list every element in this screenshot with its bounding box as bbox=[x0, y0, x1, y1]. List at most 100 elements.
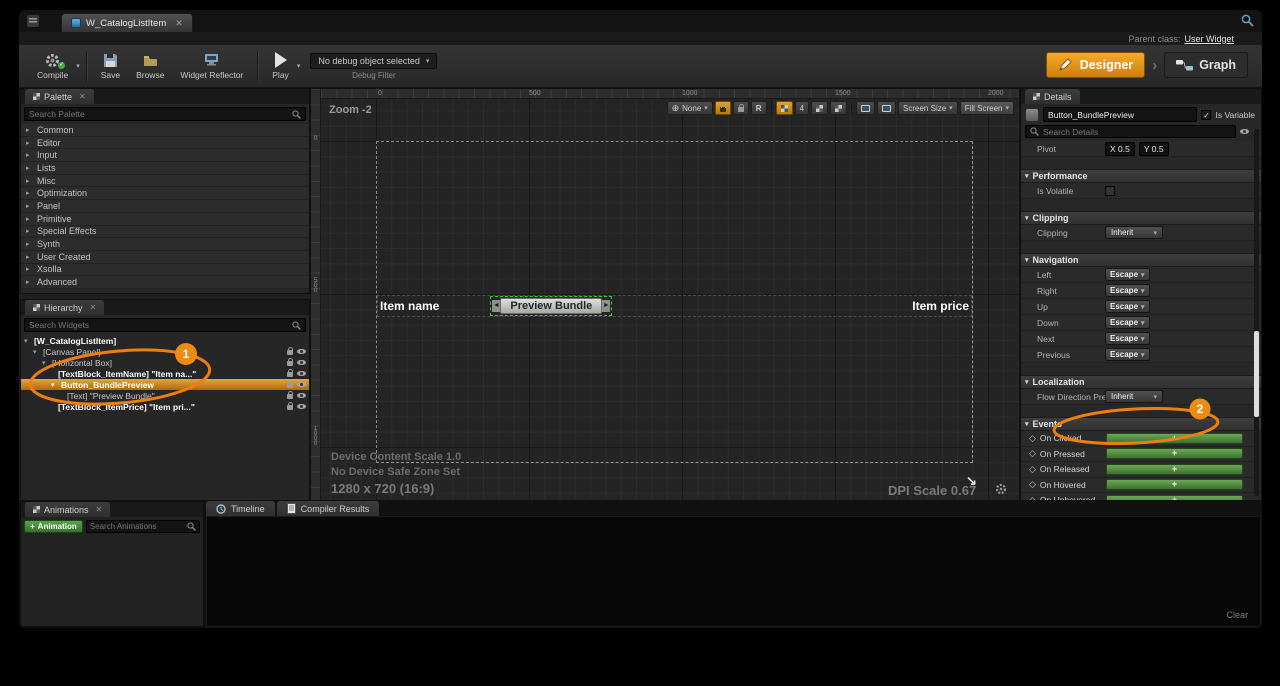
lock-icon[interactable] bbox=[287, 383, 293, 388]
details-search-input[interactable] bbox=[1043, 127, 1231, 137]
hierarchy-row-horizontal-box[interactable]: ▾[Horizontal Box] bbox=[21, 357, 309, 368]
nav-previous-dropdown[interactable]: Escape▾ bbox=[1105, 348, 1150, 361]
expander-arrow-icon[interactable]: ▸ bbox=[26, 278, 33, 286]
palette-category-editor[interactable]: ▸Editor bbox=[21, 137, 309, 150]
palette-category-xsolla[interactable]: ▸Xsolla bbox=[21, 264, 309, 277]
palette-category-misc[interactable]: ▸Misc bbox=[21, 175, 309, 188]
nav-left-dropdown[interactable]: Escape▾ bbox=[1105, 268, 1150, 281]
palette-category-panel[interactable]: ▸Panel bbox=[21, 200, 309, 213]
widget-reflector-button[interactable]: Widget Reflector bbox=[172, 46, 251, 86]
section-performance[interactable]: ▾Performance bbox=[1021, 169, 1261, 183]
lock-icon[interactable] bbox=[287, 394, 293, 399]
designer-mode-button[interactable]: Designer bbox=[1046, 52, 1146, 78]
preview-bundle-button-widget[interactable]: Preview Bundle bbox=[500, 298, 602, 314]
tab-w-cataloglistitem[interactable]: W_CatalogListItem ✕ bbox=[61, 13, 193, 32]
palette-category-common[interactable]: ▸Common bbox=[21, 124, 309, 137]
window-menu-icon[interactable] bbox=[27, 15, 39, 27]
visibility-eye-icon[interactable] bbox=[297, 371, 306, 377]
hierarchy-row-text-preview-bundle[interactable]: [Text] "Preview Bundle" bbox=[21, 390, 309, 401]
details-scrollbar[interactable] bbox=[1254, 129, 1259, 496]
on-released-add-button[interactable]: + bbox=[1106, 464, 1243, 475]
palette-category-lists[interactable]: ▸Lists bbox=[21, 162, 309, 175]
on-hovered-add-button[interactable]: + bbox=[1106, 479, 1243, 490]
clear-button[interactable]: Clear bbox=[1226, 610, 1248, 620]
on-clicked-add-button[interactable]: + bbox=[1106, 433, 1243, 444]
hierarchy-row-root[interactable]: ▾[W_CatalogListItem] bbox=[21, 335, 309, 346]
nav-next-dropdown[interactable]: Escape▾ bbox=[1105, 332, 1150, 345]
expander-arrow-icon[interactable]: ▸ bbox=[26, 164, 33, 172]
hierarchy-row-textblock-itemname[interactable]: [TextBlock_ItemName] "Item na..." bbox=[21, 368, 309, 379]
visibility-eye-icon[interactable] bbox=[297, 393, 306, 399]
expander-arrow-icon[interactable]: ▸ bbox=[26, 189, 33, 197]
close-icon[interactable]: ✕ bbox=[79, 92, 86, 101]
lock-icon[interactable] bbox=[287, 372, 293, 377]
preview-device-button[interactable] bbox=[856, 101, 875, 115]
is-variable-checkbox[interactable]: ✓ bbox=[1201, 110, 1211, 120]
lock-icon[interactable] bbox=[287, 350, 293, 355]
lock-all-button[interactable] bbox=[733, 101, 749, 115]
compile-options-arrow-icon[interactable]: ▾ bbox=[76, 62, 80, 70]
horizontal-box-widget[interactable]: Item name ◄ Preview Bundle ► Item price bbox=[377, 295, 972, 317]
is-volatile-checkbox[interactable]: ✓ bbox=[1105, 186, 1115, 196]
details-search[interactable] bbox=[1025, 125, 1236, 138]
expander-arrow-icon[interactable]: ▾ bbox=[42, 359, 49, 367]
parent-class-link[interactable]: User Widget bbox=[1184, 34, 1234, 44]
animations-search[interactable] bbox=[86, 520, 200, 533]
grid-size-button[interactable]: 4 bbox=[795, 101, 809, 115]
on-unhovered-add-button[interactable]: + bbox=[1106, 495, 1243, 500]
graph-mode-button[interactable]: Graph bbox=[1164, 52, 1248, 78]
close-icon[interactable]: ✕ bbox=[90, 303, 97, 312]
expander-arrow-icon[interactable]: ▸ bbox=[26, 240, 33, 248]
flow-direction-dropdown[interactable]: Inherit▾ bbox=[1105, 390, 1163, 403]
expander-arrow-icon[interactable]: ▸ bbox=[26, 177, 33, 185]
browse-button[interactable]: Browse bbox=[128, 46, 172, 86]
compile-button[interactable]: ✓ Compile bbox=[29, 46, 76, 86]
palette-category-input[interactable]: ▸Input bbox=[21, 149, 309, 162]
palette-search-input[interactable] bbox=[29, 109, 288, 119]
hierarchy-search[interactable] bbox=[24, 318, 306, 332]
palette-category-special-effects[interactable]: ▸Special Effects bbox=[21, 226, 309, 239]
snap-grid-button[interactable] bbox=[776, 101, 793, 115]
expander-arrow-icon[interactable]: ▸ bbox=[26, 202, 33, 210]
section-clipping[interactable]: ▾Clipping bbox=[1021, 211, 1261, 225]
compiler-results-console[interactable]: Clear bbox=[206, 516, 1261, 627]
animations-search-input[interactable] bbox=[90, 522, 184, 531]
play-options-arrow-icon[interactable]: ▾ bbox=[297, 62, 301, 70]
section-navigation[interactable]: ▾Navigation bbox=[1021, 253, 1261, 267]
tab-close-icon[interactable]: ✕ bbox=[175, 18, 183, 29]
on-pressed-add-button[interactable]: + bbox=[1106, 448, 1243, 459]
compiler-results-tab[interactable]: Compiler Results bbox=[277, 501, 380, 516]
hierarchy-search-input[interactable] bbox=[29, 320, 288, 330]
resize-handle-icon[interactable]: ↘ bbox=[966, 473, 977, 489]
expander-arrow-icon[interactable]: ▸ bbox=[26, 151, 33, 159]
close-icon[interactable]: ✕ bbox=[96, 505, 103, 514]
expander-arrow-icon[interactable]: ▸ bbox=[26, 215, 33, 223]
details-tab[interactable]: Details bbox=[1025, 89, 1080, 104]
window-search-icon[interactable] bbox=[1241, 14, 1254, 27]
dpi-settings-gear-icon[interactable] bbox=[995, 483, 1007, 495]
palette-category-primitive[interactable]: ▸Primitive bbox=[21, 213, 309, 226]
section-events[interactable]: ▾Events bbox=[1021, 417, 1261, 431]
hierarchy-row-button-bundlepreview[interactable]: ▾Button_BundlePreview bbox=[21, 379, 309, 390]
expander-arrow-icon[interactable]: ▾ bbox=[24, 337, 31, 345]
expander-arrow-icon[interactable]: ▸ bbox=[26, 126, 33, 134]
animations-tab[interactable]: Animations ✕ bbox=[25, 502, 110, 517]
anchor-none-dropdown[interactable]: ⊕None▾ bbox=[667, 101, 713, 115]
drag-handle-right-icon[interactable]: ► bbox=[602, 300, 610, 312]
play-button[interactable]: Play bbox=[264, 46, 297, 86]
section-localization[interactable]: ▾Localization bbox=[1021, 375, 1261, 389]
view-options-eye-icon[interactable] bbox=[1240, 129, 1249, 135]
widget-name-input[interactable] bbox=[1043, 107, 1197, 122]
timeline-tab[interactable]: Timeline bbox=[206, 501, 275, 516]
lock-selected-button[interactable] bbox=[715, 101, 731, 115]
expander-arrow-icon[interactable]: ▾ bbox=[33, 348, 40, 356]
expander-arrow-icon[interactable]: ▾ bbox=[51, 381, 58, 389]
fill-screen-dropdown[interactable]: Fill Screen▾ bbox=[960, 101, 1014, 115]
visibility-eye-icon[interactable] bbox=[297, 349, 306, 355]
nav-down-dropdown[interactable]: Escape▾ bbox=[1105, 316, 1150, 329]
debug-object-dropdown[interactable]: No debug object selected ▾ bbox=[310, 53, 437, 69]
palette-tab[interactable]: Palette ✕ bbox=[25, 89, 94, 104]
item-price-text-widget[interactable]: Item price bbox=[912, 299, 969, 313]
palette-category-synth[interactable]: ▸Synth bbox=[21, 238, 309, 251]
palette-category-optimization[interactable]: ▸Optimization bbox=[21, 187, 309, 200]
